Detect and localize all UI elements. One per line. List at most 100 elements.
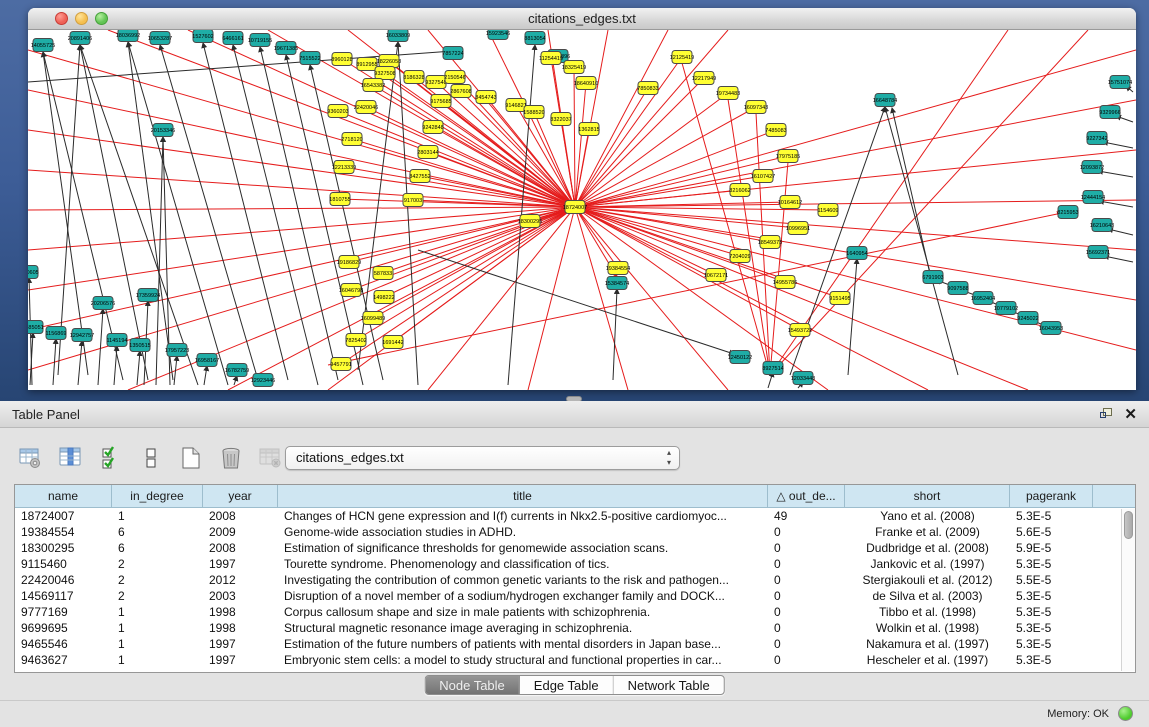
graph-node[interactable]: 9327508 bbox=[374, 67, 395, 80]
table-cell[interactable]: 1 bbox=[112, 604, 203, 620]
graph-node[interactable]: 16648784 bbox=[873, 94, 897, 107]
graph-node[interactable]: 8216062 bbox=[729, 184, 750, 197]
table-cell[interactable]: 0 bbox=[768, 556, 845, 572]
network-canvas[interactable]: 1405572520891406180369921065328715276026… bbox=[28, 30, 1136, 390]
graph-node[interactable]: 15384574 bbox=[605, 277, 629, 290]
table-cell[interactable]: 5.3E-5 bbox=[1010, 556, 1093, 572]
graph-node[interactable]: 587833 bbox=[373, 267, 393, 280]
column-header-pagerank[interactable]: pagerank bbox=[1010, 485, 1093, 508]
table-cell[interactable]: 19384554 bbox=[15, 524, 112, 540]
table-cell[interactable]: 5.9E-5 bbox=[1010, 540, 1093, 556]
tab-network-table[interactable]: Network Table bbox=[614, 676, 724, 695]
table-row[interactable]: 977716911998Corpus callosum shape and si… bbox=[15, 604, 1135, 620]
graph-node[interactable]: 18300295 bbox=[518, 215, 542, 228]
table-cell[interactable]: 0 bbox=[768, 604, 845, 620]
table-cell[interactable]: Franke et al. (2009) bbox=[845, 524, 1010, 540]
table-source-dropdown[interactable]: citations_edges.txt ▴▾ bbox=[285, 446, 680, 470]
graph-node[interactable]: 16033809 bbox=[386, 30, 410, 42]
graph-node[interactable]: 12213339 bbox=[332, 161, 356, 174]
table-cell[interactable]: 22420046 bbox=[15, 572, 112, 588]
graph-node[interactable]: 7485083 bbox=[765, 124, 786, 137]
table-cell[interactable]: 2009 bbox=[203, 524, 278, 540]
table-cell[interactable]: 5.6E-5 bbox=[1010, 524, 1093, 540]
graph-edge[interactable] bbox=[418, 250, 734, 354]
graph-node[interactable]: 19384554 bbox=[606, 262, 630, 275]
table-row[interactable]: 1938455462009Genome-wide association stu… bbox=[15, 524, 1135, 540]
table-cell[interactable]: Hescheler et al. (1997) bbox=[845, 652, 1010, 668]
table-row[interactable]: 1872400712008Changes of HCN gene express… bbox=[15, 508, 1135, 524]
table-cell[interactable]: 2012 bbox=[203, 572, 278, 588]
graph-node[interactable]: 8322037 bbox=[550, 113, 571, 126]
table-cell[interactable]: Jankovic et al. (1997) bbox=[845, 556, 1010, 572]
graph-node[interactable]: 1527602 bbox=[192, 30, 213, 43]
graph-node[interactable]: 1585051 bbox=[28, 321, 44, 334]
table-cell[interactable]: 0 bbox=[768, 540, 845, 556]
graph-edge[interactable] bbox=[575, 78, 704, 207]
table-cell[interactable]: Genome-wide association studies in ADHD. bbox=[278, 524, 768, 540]
graph-node[interactable]: 22420046 bbox=[354, 101, 378, 114]
table-cell[interactable]: Tibbo et al. (1998) bbox=[845, 604, 1010, 620]
graph-node[interactable]: 2803144 bbox=[417, 146, 438, 159]
graph-node[interactable]: 19734483 bbox=[716, 87, 740, 100]
graph-node[interactable]: 1498222 bbox=[373, 291, 394, 304]
table-cell[interactable]: 0 bbox=[768, 620, 845, 636]
graph-edge[interactable] bbox=[233, 45, 318, 385]
table-cell[interactable]: 0 bbox=[768, 652, 845, 668]
graph-node[interactable]: 1154609 bbox=[817, 204, 838, 217]
graph-edge[interactable] bbox=[204, 366, 207, 385]
table-cell[interactable]: Estimation of significance thresholds fo… bbox=[278, 540, 768, 556]
graph-node[interactable]: 20153346 bbox=[151, 124, 175, 137]
graph-node[interactable]: 9245022 bbox=[1017, 312, 1038, 325]
graph-edge[interactable] bbox=[575, 207, 928, 390]
graph-node[interactable]: 20206576 bbox=[91, 297, 115, 310]
graph-node[interactable]: 6791903 bbox=[922, 271, 943, 284]
graph-node[interactable]: 17359924 bbox=[136, 289, 160, 302]
graph-edge[interactable] bbox=[398, 42, 418, 385]
graph-node[interactable]: 9175685 bbox=[430, 95, 451, 108]
tab-edge-table[interactable]: Edge Table bbox=[520, 676, 614, 695]
graph-node[interactable]: 15493722 bbox=[788, 324, 812, 337]
graph-edge[interactable] bbox=[28, 207, 575, 290]
graph-edge[interactable] bbox=[1098, 171, 1133, 177]
graph-edge[interactable] bbox=[128, 42, 173, 380]
graph-edge[interactable] bbox=[575, 30, 668, 207]
graph-edge[interactable] bbox=[137, 351, 140, 385]
column-header-name[interactable]: name bbox=[15, 485, 112, 508]
graph-node[interactable]: 1145194 bbox=[106, 334, 127, 347]
table-cell[interactable]: 5.3E-5 bbox=[1010, 652, 1093, 668]
table-cell[interactable]: Corpus callosum shape and size in male p… bbox=[278, 604, 768, 620]
table-cell[interactable]: 1 bbox=[112, 508, 203, 524]
graph-node[interactable]: 8912955 bbox=[356, 58, 377, 71]
graph-node[interactable]: 9360203 bbox=[327, 105, 348, 118]
graph-edge[interactable] bbox=[528, 207, 575, 390]
network-window-titlebar[interactable]: citations_edges.txt bbox=[28, 8, 1136, 30]
graph-node[interactable]: 7204029 bbox=[729, 250, 750, 263]
graph-node[interactable]: 8215953 bbox=[1057, 206, 1078, 219]
graph-node[interactable]: 9151495 bbox=[829, 292, 850, 305]
graph-node[interactable]: 10672171 bbox=[704, 269, 728, 282]
graph-node[interactable]: 9227342 bbox=[1086, 132, 1107, 145]
table-cell[interactable]: Yano et al. (2008) bbox=[845, 508, 1010, 524]
show-column-icon[interactable] bbox=[58, 445, 84, 471]
table-row[interactable]: 1456911722003Disruption of a novel membe… bbox=[15, 588, 1135, 604]
table-cell[interactable]: Dudbridge et al. (2008) bbox=[845, 540, 1010, 556]
graph-node[interactable]: 17957223 bbox=[165, 344, 189, 357]
graph-node[interactable]: 14955786 bbox=[773, 276, 797, 289]
graph-node[interactable]: 7825402 bbox=[345, 334, 366, 347]
graph-node[interactable]: 12450122 bbox=[728, 351, 752, 364]
table-cell[interactable]: 1 bbox=[112, 652, 203, 668]
graph-node[interactable]: 1350515 bbox=[129, 339, 150, 352]
table-cell[interactable]: Structural magnetic resonance image aver… bbox=[278, 620, 768, 636]
graph-edge[interactable] bbox=[885, 107, 958, 375]
table-cell[interactable]: 6 bbox=[112, 540, 203, 556]
graph-edge[interactable] bbox=[613, 289, 617, 380]
graph-node[interactable]: 18724007 bbox=[563, 201, 587, 214]
graph-node[interactable]: 1640954 bbox=[846, 247, 867, 260]
graph-node[interactable]: 17975185 bbox=[776, 150, 800, 163]
graph-node[interactable]: 12942757 bbox=[70, 329, 94, 342]
graph-node[interactable]: 12125419 bbox=[670, 51, 694, 64]
graph-node[interactable]: 10653287 bbox=[148, 32, 172, 45]
graph-node[interactable]: 7850833 bbox=[637, 82, 658, 95]
graph-node[interactable]: 20891406 bbox=[68, 32, 92, 45]
graph-edge[interactable] bbox=[341, 207, 575, 364]
